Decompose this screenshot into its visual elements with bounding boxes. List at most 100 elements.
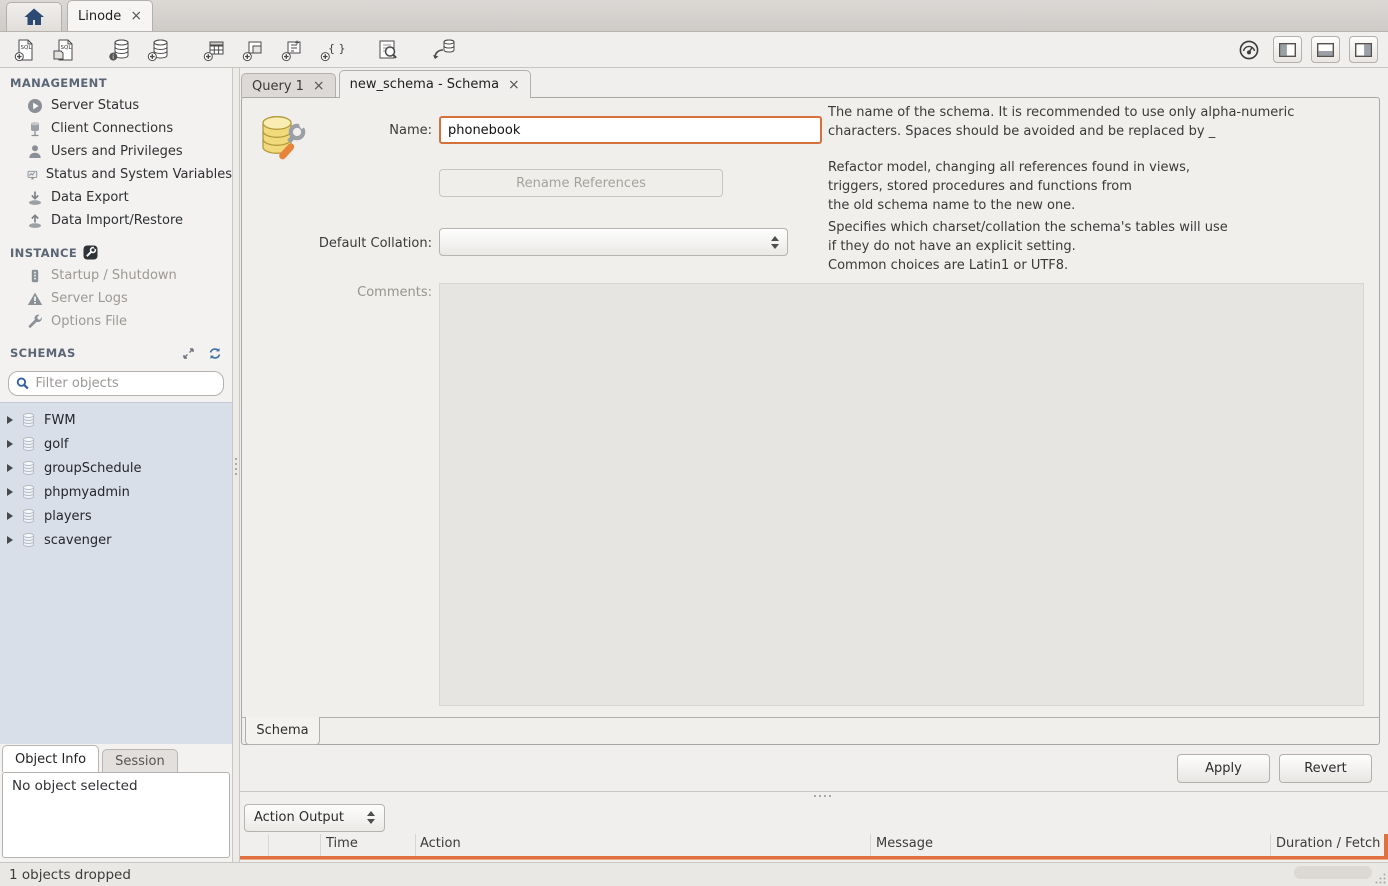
activity-indicator-button[interactable] — [1234, 36, 1264, 64]
toggle-sidebar-panel-button[interactable] — [1273, 36, 1302, 63]
schema-row-phpmyadmin[interactable]: phpmyadmin — [0, 480, 232, 504]
expander-icon[interactable] — [7, 512, 13, 520]
home-tab[interactable] — [6, 2, 62, 31]
schema-row-golf[interactable]: golf — [0, 432, 232, 456]
sidebar-item-options-file[interactable]: Options File — [0, 310, 232, 333]
schema-row-scavenger[interactable]: scavenger — [0, 528, 232, 552]
schema-name: phpmyadmin — [44, 485, 130, 500]
reconnect-database-button[interactable] — [429, 36, 459, 64]
instance-section-header: INSTANCE — [0, 232, 232, 264]
close-icon[interactable]: × — [313, 79, 325, 93]
tab-session[interactable]: Session — [102, 749, 178, 772]
toggle-output-panel-button[interactable] — [1311, 36, 1340, 63]
search-table-data-button[interactable] — [373, 36, 403, 64]
sidebar-item-data-import[interactable]: Data Import/Restore — [0, 209, 232, 232]
collation-help-text: Specifies which charset/collation the sc… — [828, 218, 1368, 275]
close-tab-icon[interactable]: × — [130, 9, 142, 23]
create-function-button[interactable]: { } — [317, 36, 347, 64]
tab-object-info[interactable]: Object Info — [2, 745, 99, 772]
management-section-title: MANAGEMENT — [10, 76, 107, 90]
tab-label: Schema — [256, 723, 308, 738]
editor-bottom-tabline — [242, 717, 1379, 718]
connection-tabstrip: Linode × — [0, 0, 1388, 32]
expander-icon[interactable] — [7, 488, 13, 496]
toggle-secondary-sidebar-button[interactable] — [1349, 36, 1378, 63]
close-icon[interactable]: × — [508, 78, 520, 92]
inspect-schema-button[interactable]: i — [105, 36, 135, 64]
sidebar-item-startup-shutdown[interactable]: Startup / Shutdown — [0, 264, 232, 287]
toolbar-right-group — [1234, 36, 1378, 64]
sidebar-item-data-export[interactable]: Data Export — [0, 186, 232, 209]
sidebar-item-status-variables[interactable]: Status and System Variables — [0, 163, 232, 186]
window-resize-grip-icon[interactable] — [1373, 871, 1387, 885]
apply-button[interactable]: Apply — [1177, 754, 1270, 783]
reconnect-database-icon — [431, 38, 457, 62]
column-header-duration[interactable]: Duration / Fetch — [1276, 836, 1380, 851]
schema-row-players[interactable]: players — [0, 504, 232, 528]
open-sql-script-icon: SQL — [52, 38, 76, 62]
expander-icon[interactable] — [7, 416, 13, 424]
mysql-workbench-window: Linode × SQL SQL i { } — [0, 0, 1388, 886]
tab-label: Query 1 — [252, 79, 304, 94]
create-schema-button[interactable] — [144, 36, 174, 64]
spinner-arrows-icon — [367, 811, 375, 824]
status-variables-icon — [27, 167, 38, 183]
server-status-icon — [27, 98, 43, 114]
action-output-label: Action Output — [254, 810, 344, 825]
expander-icon[interactable] — [7, 464, 13, 472]
column-header-time[interactable]: Time — [326, 836, 358, 851]
tab-new-schema[interactable]: new_schema - Schema × — [339, 70, 531, 98]
configure-instance-icon[interactable] — [83, 245, 98, 260]
tab-linode[interactable]: Linode × — [67, 0, 153, 31]
home-icon — [23, 7, 45, 27]
status-bar: 1 objects dropped — [0, 862, 1388, 886]
options-file-icon — [27, 314, 43, 330]
schema-database-icon — [21, 508, 36, 524]
filter-objects-box — [8, 371, 224, 396]
create-procedure-button[interactable] — [278, 36, 308, 64]
collation-label: Default Collation: — [242, 236, 432, 251]
horizontal-scrollbar-thumb[interactable] — [1294, 866, 1372, 879]
filter-objects-input[interactable] — [36, 376, 216, 391]
activity-indicator-icon — [1238, 39, 1260, 61]
create-view-button[interactable] — [239, 36, 269, 64]
create-schema-icon — [146, 38, 172, 62]
sidebar-item-server-status[interactable]: Server Status — [0, 94, 232, 117]
sidebar-item-label: Startup / Shutdown — [51, 268, 177, 283]
collation-combobox[interactable] — [439, 228, 788, 256]
column-header-message[interactable]: Message — [876, 836, 933, 851]
toggle-output-panel-icon — [1317, 43, 1334, 57]
schema-row-groupschedule[interactable]: groupSchedule — [0, 456, 232, 480]
sidebar-splitter[interactable] — [232, 68, 240, 862]
sidebar-item-server-logs[interactable]: Server Logs — [0, 287, 232, 310]
search-table-data-icon — [376, 38, 400, 62]
svg-text:i: i — [112, 53, 114, 61]
open-sql-script-button[interactable]: SQL — [49, 36, 79, 64]
action-output-selector[interactable]: Action Output — [244, 804, 385, 832]
expander-icon[interactable] — [7, 440, 13, 448]
tab-schema-bottom[interactable]: Schema — [245, 717, 320, 745]
schema-database-icon — [21, 532, 36, 548]
object-info-panel: No object selected — [2, 772, 230, 858]
schema-row-fwm[interactable]: FWM — [0, 408, 232, 432]
sidebar-item-label: Server Status — [51, 98, 139, 113]
comments-textarea[interactable] — [439, 283, 1364, 706]
schema-name-input[interactable] — [439, 116, 822, 144]
rename-references-button[interactable]: Rename References — [439, 169, 723, 197]
instance-section-title: INSTANCE — [10, 246, 77, 260]
sidebar-item-client-connections[interactable]: Client Connections — [0, 117, 232, 140]
tab-query-1[interactable]: Query 1 × — [241, 73, 336, 98]
schema-name: scavenger — [44, 533, 111, 548]
revert-button[interactable]: Revert — [1279, 754, 1372, 783]
data-export-icon — [27, 190, 43, 206]
sidebar-item-label: Data Import/Restore — [51, 213, 183, 228]
column-header-action[interactable]: Action — [420, 836, 461, 851]
schema-list: FWM golf groupSchedule phpmyadmin — [0, 402, 232, 744]
sidebar-item-users-privileges[interactable]: Users and Privileges — [0, 140, 232, 163]
expander-icon[interactable] — [7, 536, 13, 544]
expand-schemas-icon[interactable] — [182, 347, 195, 360]
new-sql-tab-button[interactable]: SQL — [10, 36, 40, 64]
refresh-schemas-icon[interactable] — [208, 347, 222, 360]
create-table-button[interactable] — [200, 36, 230, 64]
output-splitter[interactable] — [240, 791, 1388, 801]
